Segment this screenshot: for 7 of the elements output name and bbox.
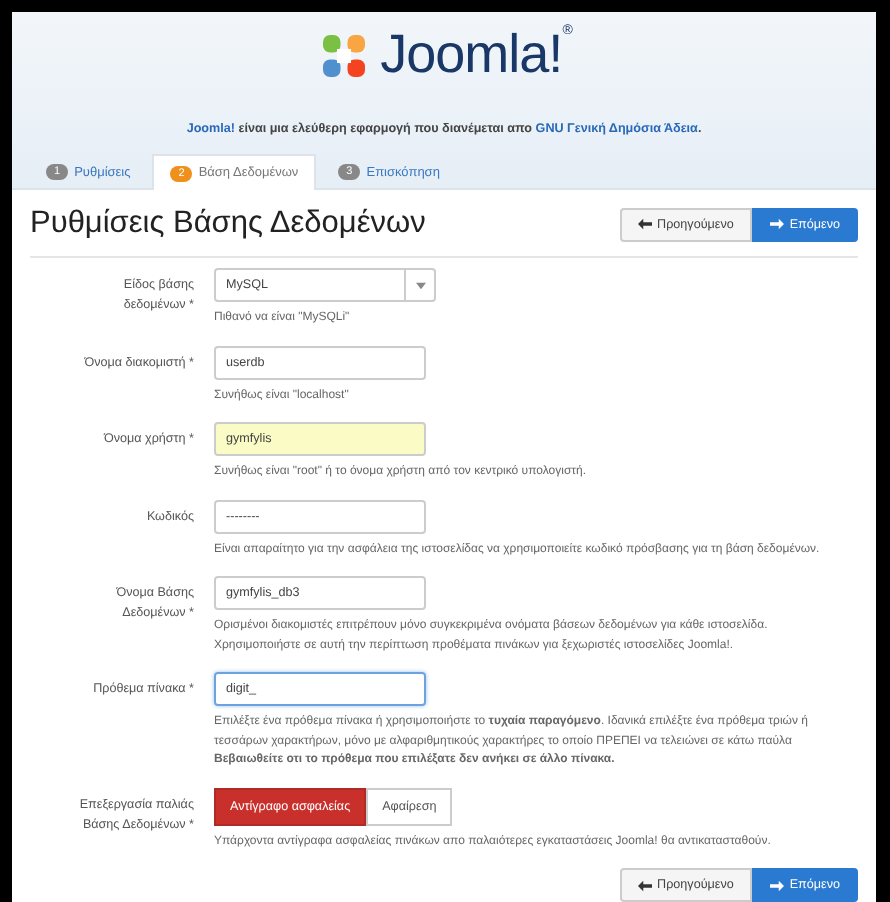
arrow-right-icon bbox=[769, 879, 784, 891]
logo-text: Joomla!$^{®}$ bbox=[380, 24, 572, 86]
arrow-left-icon bbox=[637, 218, 652, 230]
page-title: Ρυθμίσεις Βάσης Δεδομένων bbox=[30, 206, 426, 242]
caret-icon bbox=[415, 281, 425, 289]
arrow-left-icon bbox=[637, 879, 652, 891]
arrow-right-icon bbox=[769, 218, 784, 230]
